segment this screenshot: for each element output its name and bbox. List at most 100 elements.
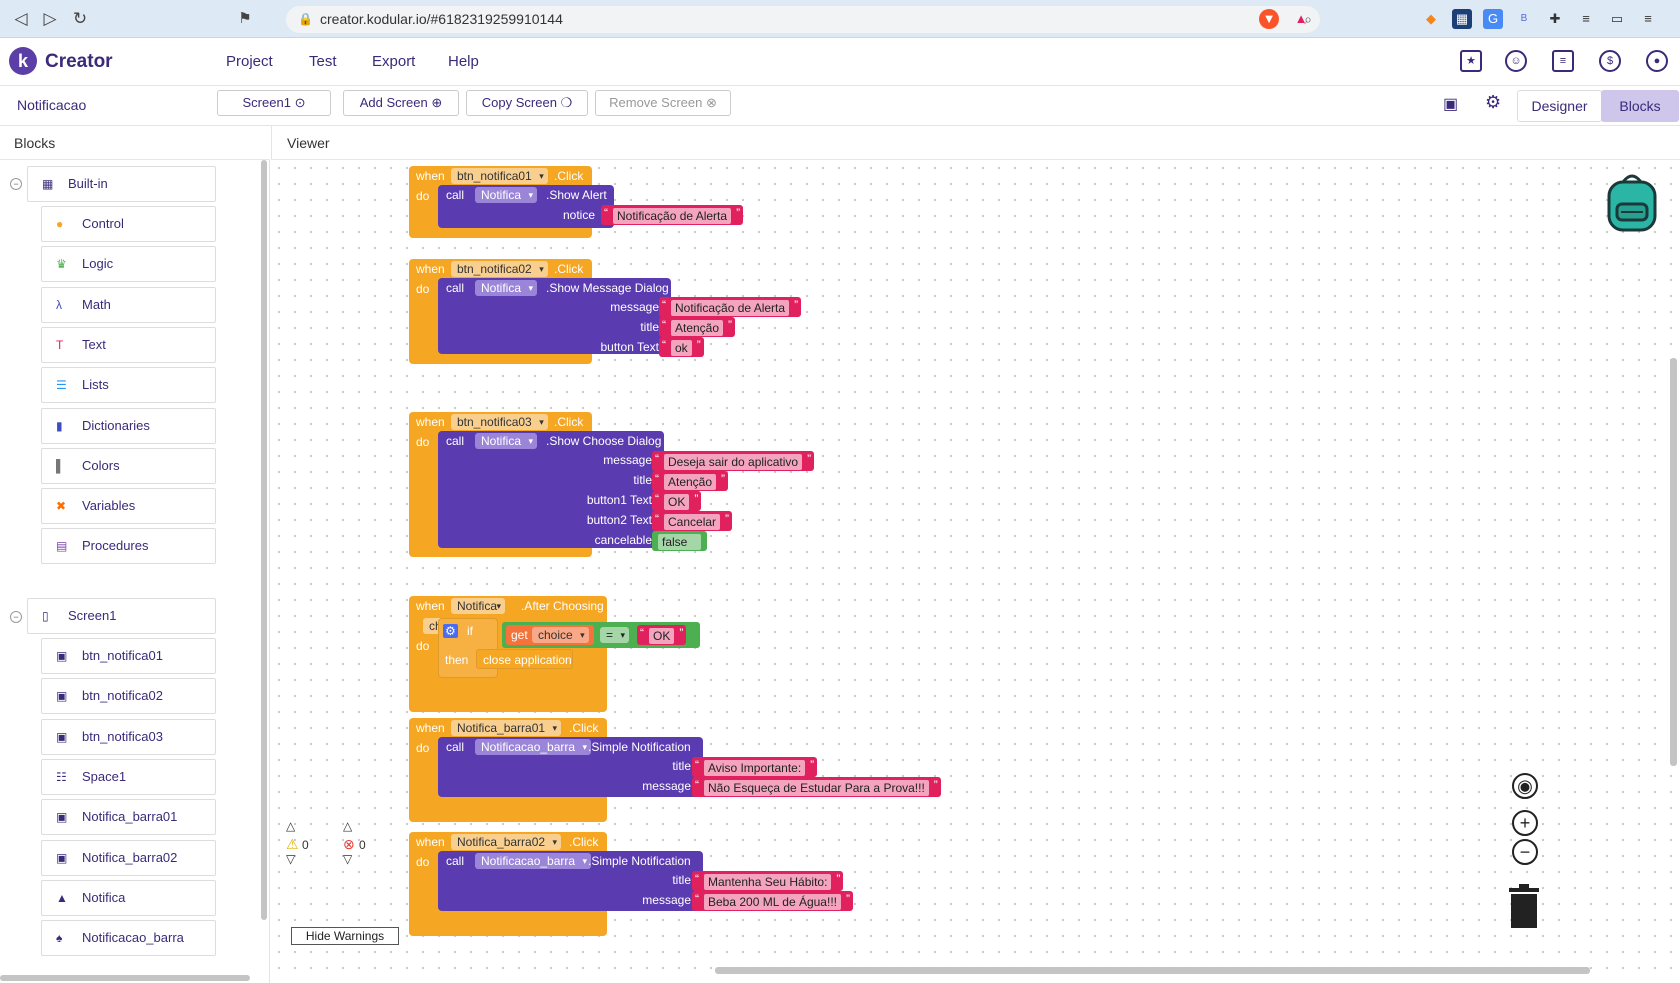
gear-icon[interactable]: ⚙ [443,624,458,638]
pricing-icon[interactable]: $ [1599,50,1621,72]
menu-help[interactable]: Help [448,53,479,70]
text-string-block[interactable]: Notificação de Alerta [659,297,802,317]
workspace-hscrollbar[interactable] [715,967,1590,974]
text-string-block[interactable]: Cancelar [652,511,733,531]
sidebar-scrollbar[interactable] [261,160,267,920]
builtin-item[interactable]: ☰ Lists [41,367,216,404]
text-string-block[interactable]: Não Esqueça de Estudar Para a Prova!!! [692,777,941,797]
component-dropdown[interactable]: Notifica_barra02 [451,834,562,850]
collapse-builtin-icon[interactable]: − [10,178,22,190]
component-dropdown[interactable]: btn_notifica02 [451,261,548,277]
component-item[interactable]: ▣ Notifica_barra01 [41,799,216,836]
close-application-block[interactable]: close application [476,649,573,669]
text-string-block[interactable]: Beba 200 ML de Água!!! [692,891,853,911]
text-string-block[interactable]: OK [652,491,702,511]
builtin-item[interactable]: ▮ Dictionaries [41,407,216,444]
call-block-simple-notification[interactable]: call Notificacao_barra .Simple Notificat… [438,737,703,797]
workspace-vscrollbar[interactable] [1670,358,1677,766]
target-dropdown[interactable]: Notifica [475,433,538,449]
brave-rewards-icon[interactable]: ▲ [1291,9,1311,29]
companion-icon[interactable]: ☺ [1505,50,1527,72]
builtin-item[interactable]: ▤ Procedures [41,528,216,565]
text-string-block[interactable]: OK [637,625,687,645]
extension-b-icon[interactable]: B [1514,9,1534,29]
blocks-tab[interactable]: Blocks [1601,90,1679,122]
zoom-in-icon[interactable]: + [1512,810,1538,836]
compare-block[interactable]: get choice = OK [502,622,700,648]
builtin-item[interactable]: ▌ Colors [41,447,216,484]
text-string-block[interactable]: Atenção [652,471,729,491]
gallery-icon[interactable]: ▣ [1443,94,1458,114]
call-block-simple-notification[interactable]: call Notificacao_barra .Simple Notificat… [438,851,703,911]
component-item[interactable]: ▣ btn_notifica02 [41,678,216,715]
error-down-icon[interactable]: ▽ [343,852,352,866]
component-item[interactable]: ▣ btn_notifica03 [41,718,216,755]
target-dropdown[interactable]: Notifica [475,280,538,296]
brave-shield-icon[interactable]: ▼ [1259,9,1279,29]
component-item[interactable]: ▣ btn_notifica01 [41,638,216,674]
recenter-icon[interactable]: ◉ [1512,773,1538,799]
add-screen-button[interactable]: Add Screen ⊕ [343,90,459,116]
hide-warnings-button[interactable]: Hide Warnings [291,927,399,945]
copy-screen-button[interactable]: Copy Screen ❍ [466,90,588,116]
text-string-block[interactable]: Mantenha Seu Hábito: [692,871,844,891]
text-string-block[interactable]: Notificação de Alerta [601,205,744,225]
trash-icon[interactable] [1506,882,1542,930]
menu-icon[interactable]: ≡ [1638,9,1658,29]
get-variable-block[interactable]: get choice [506,625,594,645]
builtin-item[interactable]: ● Control [41,206,216,242]
blocks-workspace[interactable]: when btn_notifica01 .Click do call Notif… [271,160,1680,983]
component-dropdown[interactable]: btn_notifica03 [451,414,548,430]
text-string-block[interactable]: ok [659,337,704,357]
zoom-out-icon[interactable]: − [1512,839,1538,865]
component-item[interactable]: ☷ Space1 [41,758,216,795]
component-dropdown[interactable]: Notifica [451,598,506,614]
settings-icon[interactable]: ⚙ [1485,92,1501,113]
component-dropdown[interactable]: Notifica_barra01 [451,720,562,736]
builtin-item[interactable]: T Text [41,326,216,363]
logic-boolean-block[interactable]: false [652,531,708,551]
builtin-item[interactable]: ♛ Logic [41,246,216,283]
variable-dropdown[interactable]: choice [532,627,589,643]
docs-icon[interactable]: ≡ [1552,50,1574,72]
text-string-block[interactable]: Atenção [659,317,736,337]
component-item[interactable]: ♠ Notificacao_barra [41,920,216,957]
text-string-block[interactable]: Aviso Importante: [692,757,818,777]
designer-tab[interactable]: Designer [1517,90,1602,122]
component-dropdown[interactable]: btn_notifica01 [451,168,548,184]
builtin-item[interactable]: ✖ Variables [41,488,216,525]
screen-selector[interactable]: Screen1 ⊙ [217,90,331,116]
operator-dropdown[interactable]: = [600,627,630,643]
tree-screen1[interactable]: ▯ Screen1 [27,598,216,634]
account-icon[interactable]: ● [1646,50,1668,72]
remove-screen-button[interactable]: Remove Screen ⊗ [595,90,731,116]
folder-icon[interactable]: ★ [1460,50,1482,72]
backpack-icon[interactable] [1601,170,1663,234]
media-icon[interactable]: ≡ [1576,9,1596,29]
back-icon[interactable]: ◁ [10,8,32,30]
warn-up-icon[interactable]: △ [286,819,295,833]
forward-icon[interactable]: ▷ [39,8,61,30]
extension-icon[interactable]: ▦ [1452,9,1472,29]
reload-icon[interactable]: ↻ [69,8,91,30]
component-item[interactable]: ▲ Notifica [41,879,216,916]
menu-export[interactable]: Export [372,53,415,70]
tree-builtin[interactable]: ▦ Built-in [27,166,216,202]
call-block-show-alert[interactable]: call Notifica .Show Alert notice [438,185,614,228]
warn-down-icon[interactable]: ▽ [286,852,295,866]
sidebar-hscrollbar[interactable] [0,975,250,981]
target-dropdown[interactable]: Notificacao_barra [475,853,592,869]
component-item[interactable]: ▣ Notifica_barra02 [41,839,216,876]
bookmark-icon[interactable]: ⚑ [234,8,256,30]
extensions-puzzle-icon[interactable]: ✚ [1545,9,1565,29]
target-dropdown[interactable]: Notificacao_barra [475,739,592,755]
collapse-screen-icon[interactable]: − [10,611,22,623]
error-up-icon[interactable]: △ [343,819,352,833]
menu-test[interactable]: Test [309,53,337,70]
if-block[interactable]: ⚙ if then [438,618,498,678]
builtin-item[interactable]: λ Math [41,286,216,323]
call-block-show-choose-dialog[interactable]: call Notifica .Show Choose Dialog messag… [438,431,664,548]
address-bar[interactable]: 🔒 creator.kodular.io/#6182319259910144 ⌕ [286,6,1320,33]
target-dropdown[interactable]: Notifica [475,187,538,203]
menu-project[interactable]: Project [226,53,273,70]
